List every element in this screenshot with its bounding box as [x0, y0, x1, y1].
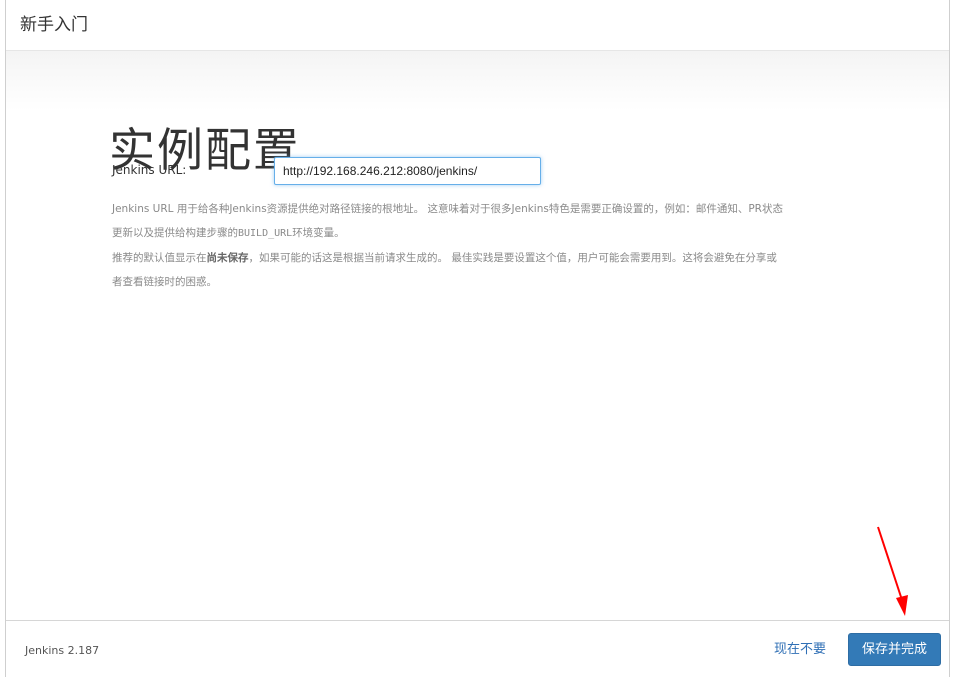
not-saved-emphasis: 尚未保存: [206, 252, 249, 264]
skip-link[interactable]: 现在不要: [774, 641, 826, 659]
dialog-footer: Jenkins 2.187 现在不要 保存并完成: [6, 620, 949, 677]
dialog-header: 新手入门: [6, 0, 949, 51]
build-url-code: BUILD_URL: [238, 228, 293, 239]
save-and-finish-button[interactable]: 保存并完成: [848, 633, 941, 666]
setup-wizard-dialog: 新手入门 实例配置 Jenkins URL: Jenkins URL 用于给各种…: [5, 0, 950, 677]
jenkins-url-help-text: Jenkins URL 用于给各种Jenkins资源提供绝对路径链接的根地址。 …: [112, 197, 852, 294]
dialog-title: 新手入门: [20, 15, 88, 35]
help-line: 推荐的默认值显示在尚未保存，如果可能的话这是根据当前请求生成的。 最佳实践是要设…: [112, 252, 777, 264]
jenkins-url-input[interactable]: [274, 157, 541, 185]
help-line: 更新以及提供给构建步骤的BUILD_URL环境变量。: [112, 227, 345, 239]
help-line: 者查看链接时的困惑。: [112, 276, 217, 288]
help-line: Jenkins URL 用于给各种Jenkins资源提供绝对路径链接的根地址。 …: [112, 203, 783, 215]
jenkins-version: Jenkins 2.187: [25, 644, 100, 657]
instance-config-panel: 实例配置 Jenkins URL: Jenkins URL 用于给各种Jenki…: [6, 51, 949, 620]
jenkins-url-label: Jenkins URL:: [112, 163, 187, 177]
